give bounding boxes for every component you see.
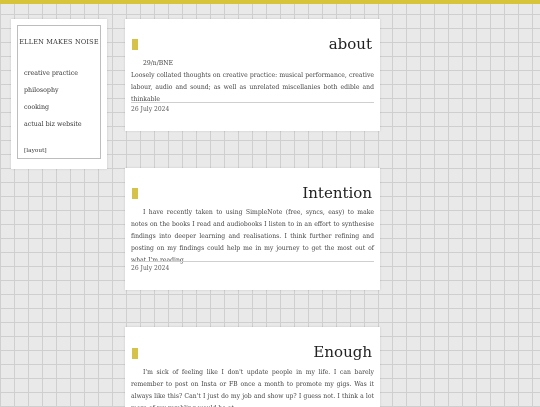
- post-marker: [132, 348, 138, 359]
- post-title[interactable]: about: [329, 35, 372, 53]
- post-body: 29/n/BNE Loosely collated thoughts on cr…: [131, 58, 374, 106]
- sidebar-item-creative-practice[interactable]: creative practice: [24, 70, 78, 77]
- post-text: I have recently taken to using SimpleNot…: [131, 209, 374, 264]
- post-marker: [132, 39, 138, 50]
- top-accent-bar: [0, 0, 540, 4]
- post-card-enough: Enough I'm sick of feeling like I don't …: [125, 327, 380, 407]
- post-marker: [132, 188, 138, 199]
- sidebar-item-cooking[interactable]: cooking: [24, 104, 49, 111]
- post-title[interactable]: Intention: [302, 184, 372, 202]
- post-date: 26 July 2024: [131, 265, 170, 272]
- sidebar-item-philosophy[interactable]: philosophy: [24, 87, 59, 94]
- post-text: I'm sick of feeling like I don't update …: [131, 369, 374, 407]
- post-divider: [131, 102, 374, 103]
- post-date: 26 July 2024: [131, 106, 170, 113]
- post-divider: [131, 261, 374, 262]
- post-location: 29/n/BNE: [143, 60, 174, 67]
- post-card-about: about 29/n/BNE Loosely collated thoughts…: [125, 19, 380, 131]
- site-title[interactable]: ELLEN MAKES NOISE: [18, 38, 100, 46]
- post-text: Loosely collated thoughts on creative pr…: [131, 72, 374, 103]
- post-body: I'm sick of feeling like I don't update …: [131, 367, 374, 407]
- layout-link[interactable]: [layout]: [24, 148, 47, 154]
- sidebar-item-actual-biz-website[interactable]: actual biz website: [24, 121, 82, 128]
- sidebar: ELLEN MAKES NOISE creative practice phil…: [11, 19, 107, 169]
- post-title[interactable]: Enough: [313, 343, 372, 361]
- post-body: I have recently taken to using SimpleNot…: [131, 207, 374, 267]
- sidebar-frame: ELLEN MAKES NOISE creative practice phil…: [17, 25, 101, 159]
- post-card-intention: Intention I have recently taken to using…: [125, 168, 380, 290]
